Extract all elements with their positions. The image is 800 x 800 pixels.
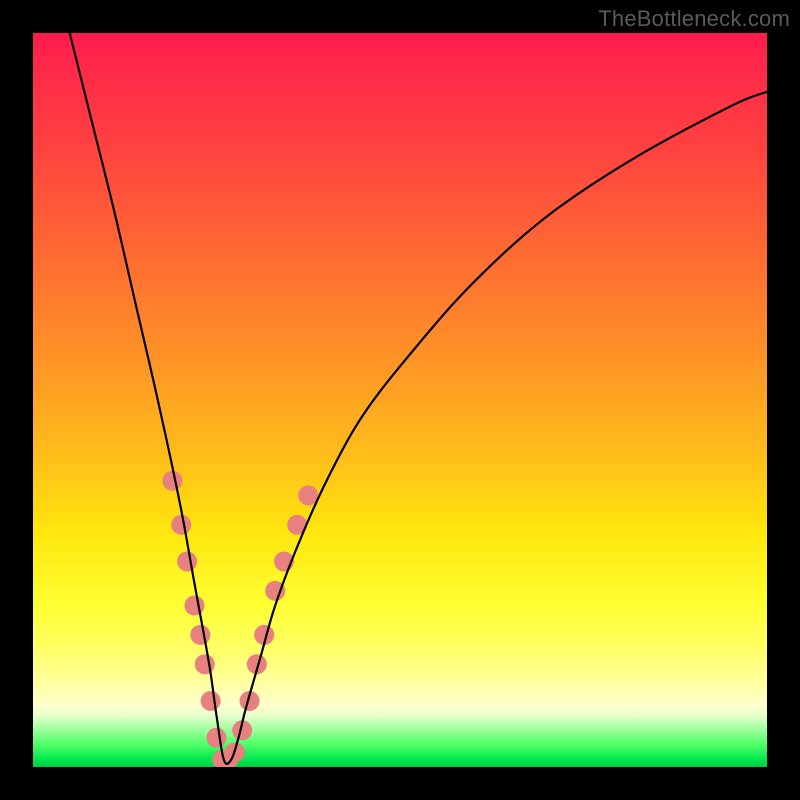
data-marker (195, 654, 215, 674)
data-marker (162, 471, 182, 491)
chart-frame: TheBottleneck.com (0, 0, 800, 800)
data-marker (190, 625, 210, 645)
curve-layer (33, 33, 767, 767)
data-markers (162, 471, 318, 767)
bottleneck-curve (70, 33, 767, 764)
watermark-label: TheBottleneck.com (598, 6, 790, 32)
data-marker (171, 515, 191, 535)
data-marker (207, 728, 227, 748)
data-marker (201, 691, 221, 711)
data-marker (177, 551, 197, 571)
data-marker (184, 596, 204, 616)
plot-area (33, 33, 767, 767)
